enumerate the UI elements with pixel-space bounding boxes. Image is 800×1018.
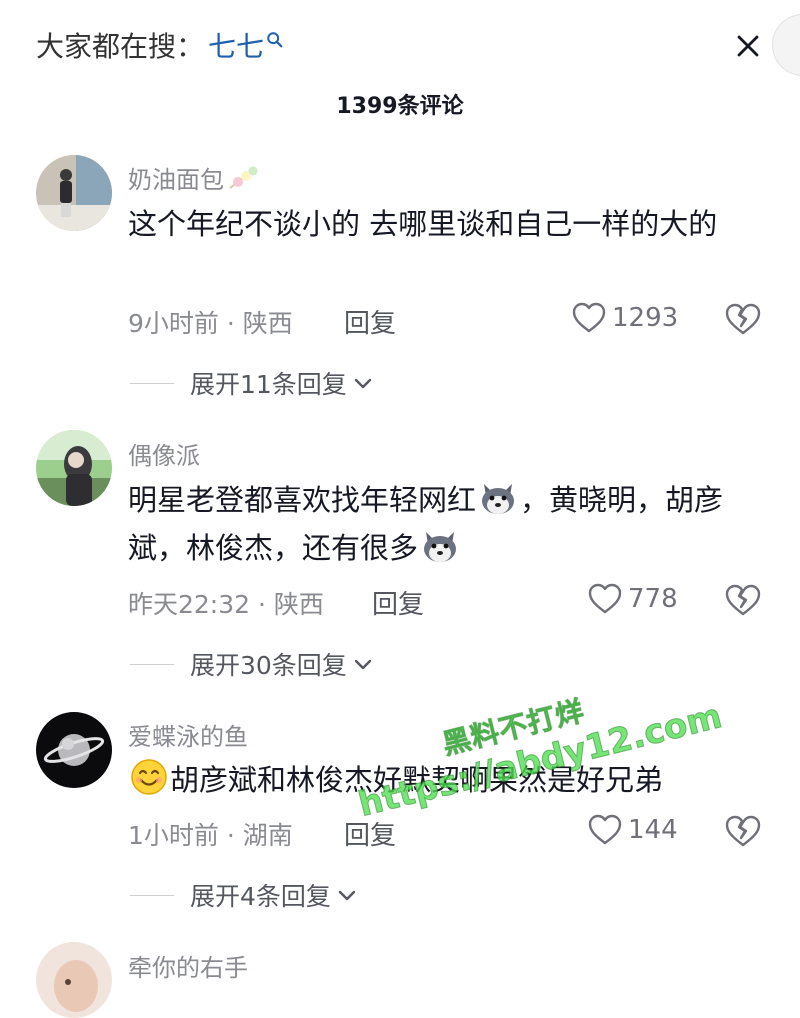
like-count: 1293 [612, 303, 679, 333]
expand-replies-button[interactable]: 展开30条回复 [130, 646, 373, 682]
like-button[interactable]: 778 [588, 583, 678, 615]
heart-icon [572, 302, 606, 333]
like-button[interactable]: 1293 [572, 302, 678, 334]
partial-avatar [772, 14, 800, 76]
comment-count-title: 1399条评论 [336, 94, 464, 119]
divider [130, 382, 174, 384]
comment-text: 这个年纪不谈小的 去哪里谈和自己一样的大的 [128, 207, 718, 241]
comment-time-location: 9小时前 · 陕西 [128, 309, 293, 338]
chevron-down-icon [338, 890, 356, 901]
close-button[interactable] [728, 26, 768, 66]
comment-text: 明星老登都喜欢找年轻网红 ，黄晓明，胡彦斌，林俊杰，还有很多 [128, 476, 758, 572]
trending-search-bar[interactable]: 大家都在搜： 七七 [36, 22, 284, 68]
close-icon [737, 35, 759, 57]
reply-button[interactable]: 回复 [344, 815, 396, 852]
trending-search-prefix: 大家都在搜： [36, 30, 205, 63]
like-button[interactable]: 144 [588, 814, 678, 846]
broken-heart-icon[interactable] [724, 814, 762, 848]
heart-icon [588, 814, 622, 845]
husky-emoji-icon [482, 484, 515, 514]
comment-text: 胡彦斌和林俊杰好默契啊果然是好兄弟 [128, 756, 758, 804]
broken-heart-icon[interactable] [724, 302, 762, 336]
comment-username[interactable]: 偶像派 [128, 436, 200, 471]
like-count: 144 [628, 815, 678, 845]
smiling-face-emoji-icon [131, 759, 167, 795]
comment-username[interactable]: 爱蝶泳的鱼 [128, 717, 248, 752]
trending-search-keyword[interactable]: 七七 [208, 25, 264, 65]
husky-emoji-icon [424, 532, 457, 562]
watermark-text: 黑料不打烊 [439, 693, 589, 762]
comment-username[interactable]: 牵你的右手 [128, 948, 248, 983]
avatar[interactable] [36, 430, 112, 506]
divider [130, 663, 174, 665]
comment-username[interactable]: 奶油面包 [128, 160, 260, 195]
avatar[interactable] [36, 155, 112, 231]
candy-skewer-icon [229, 166, 258, 189]
like-count: 778 [628, 584, 678, 614]
comment-time-location: 1小时前 · 湖南 [128, 821, 293, 850]
comment-time-location: 昨天22:32 · 陕西 [128, 590, 324, 619]
avatar[interactable] [36, 712, 112, 788]
reply-button[interactable]: 回复 [344, 303, 396, 340]
expand-replies-button[interactable]: 展开11条回复 [130, 365, 373, 401]
watermark: 黑料不打烊 https://abdy12.com [340, 636, 738, 844]
heart-icon [588, 583, 622, 614]
divider [130, 894, 174, 896]
expand-replies-button[interactable]: 展开4条回复 [130, 877, 357, 913]
broken-heart-icon[interactable] [724, 583, 762, 617]
chevron-down-icon [354, 659, 372, 670]
avatar[interactable] [36, 942, 112, 1018]
chevron-down-icon [354, 378, 372, 389]
reply-button[interactable]: 回复 [372, 584, 424, 621]
search-icon [267, 32, 283, 48]
